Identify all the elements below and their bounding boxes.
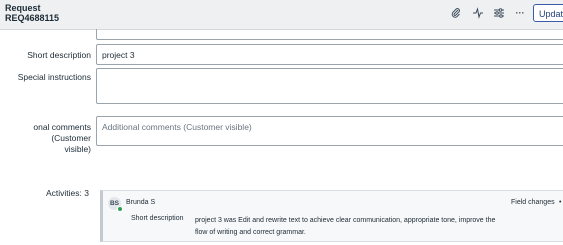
paperclip-icon[interactable] bbox=[449, 6, 463, 20]
more-icon[interactable]: ··· bbox=[513, 6, 527, 20]
additional-comments-label-line1: onal comments (Customer bbox=[33, 122, 91, 143]
short-description-value: project 3 bbox=[102, 50, 135, 60]
record-type: Request bbox=[5, 3, 41, 13]
activity-type: Field changes bbox=[511, 199, 555, 206]
activity-icon[interactable] bbox=[471, 6, 485, 20]
record-number: REQ4688115 bbox=[5, 13, 60, 23]
record-header: Request REQ4688115 ··· Update bbox=[0, 0, 563, 30]
short-description-field[interactable]: project 3 bbox=[96, 44, 563, 65]
bullet-icon: • bbox=[559, 199, 562, 206]
activity-field-value: project 3 was Edit and rewrite text to a… bbox=[195, 217, 496, 236]
additional-comments-field[interactable]: Additional comments (Customer visible) bbox=[96, 116, 563, 146]
activities-label: Activities: 3 bbox=[46, 188, 89, 198]
additional-comments-label-line2: visible) bbox=[64, 144, 91, 154]
additional-comments-label: onal comments (Customer visible) bbox=[0, 122, 91, 155]
update-button[interactable]: Update bbox=[533, 4, 563, 22]
previous-field-box[interactable] bbox=[96, 29, 563, 40]
short-description-label: Short description bbox=[27, 50, 91, 60]
settings-sliders-icon[interactable] bbox=[492, 6, 506, 20]
activity-user[interactable]: Brunda S bbox=[126, 199, 155, 206]
activity-entry: BS Brunda S Field changes • Short descri… bbox=[100, 190, 563, 242]
presence-indicator bbox=[117, 206, 123, 212]
additional-comments-placeholder: Additional comments (Customer visible) bbox=[102, 122, 252, 132]
special-instructions-label: Special instructions bbox=[17, 72, 91, 82]
special-instructions-field[interactable] bbox=[96, 68, 563, 104]
activity-field-name: Short description bbox=[131, 215, 184, 222]
